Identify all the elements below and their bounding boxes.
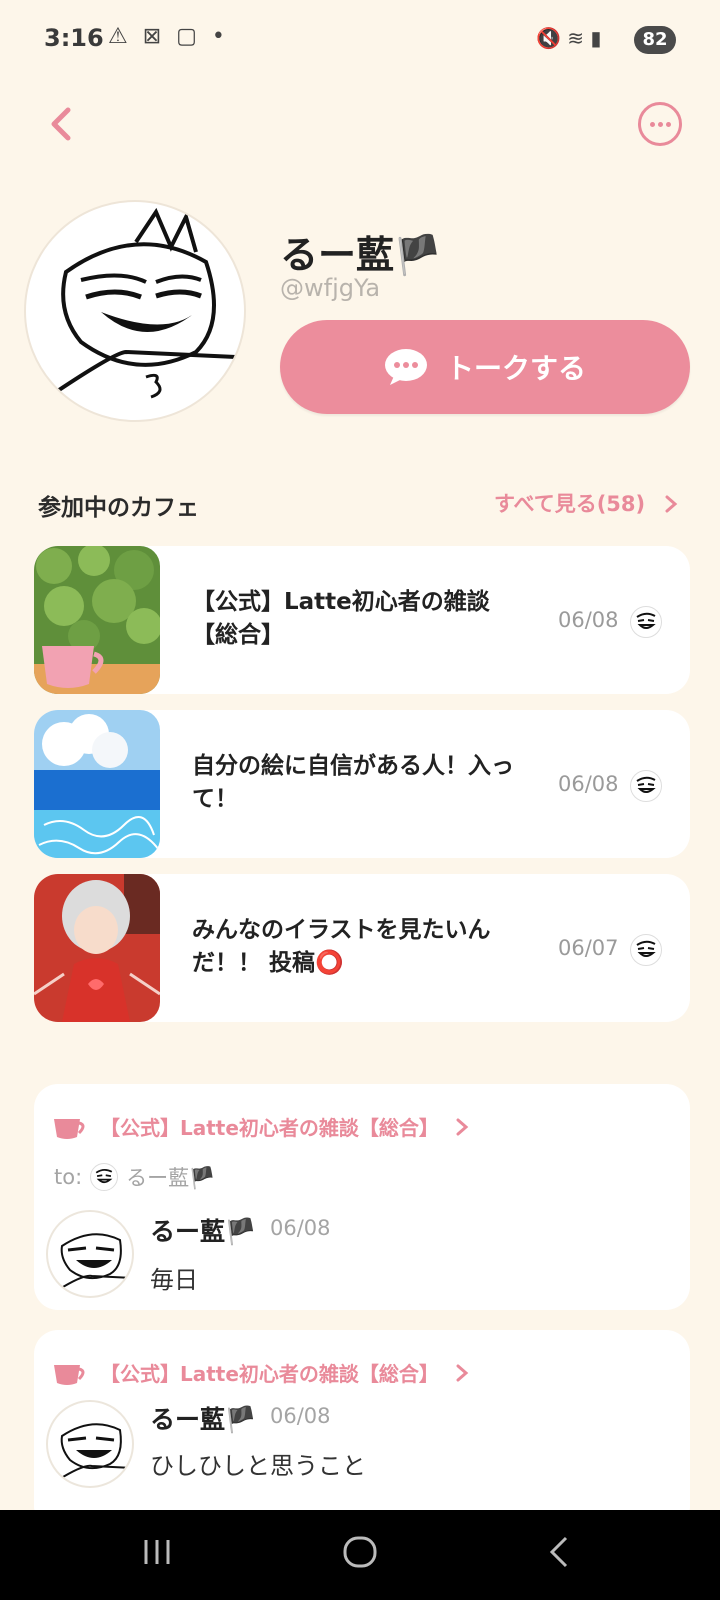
recent-apps-icon — [144, 1540, 170, 1564]
chat-bubble-icon — [384, 349, 427, 385]
recipient-avatar — [90, 1163, 119, 1191]
profile-handle: @wfjgYa — [280, 274, 381, 302]
cafe-name: みんなのイラストを見たいんだ！！ 投稿⭕ — [192, 917, 491, 976]
cafe-card[interactable]: みんなのイラストを見たいんだ！！ 投稿⭕ 06/07 — [34, 874, 690, 1022]
post-date: 06/08 — [270, 1404, 331, 1428]
connectivity-icons: 🔇 ≋ ▮ — [536, 26, 602, 50]
home-icon — [343, 1536, 377, 1568]
post-cafe-name: 【公式】Latte初心者の雑談【総合】 — [100, 1116, 439, 1140]
cafe-thumbnail-anime-girl — [34, 874, 160, 1022]
cup-icon — [54, 1118, 85, 1139]
more-options-button[interactable] — [638, 102, 682, 146]
post-text: ひしひしと思うこと — [150, 1452, 366, 1480]
chevron-left-icon — [51, 107, 71, 141]
see-all-link[interactable]: すべて見る(58) — [494, 488, 678, 518]
profile-avatar[interactable] — [24, 200, 246, 422]
member-avatar — [630, 934, 662, 966]
home-button[interactable] — [340, 1532, 380, 1576]
post-cafe-link[interactable]: 【公式】Latte初心者の雑談【総合】 — [52, 1358, 469, 1387]
post-card[interactable]: 【公式】Latte初心者の雑談【総合】 to: るー藍🏴 るー藍🏴 06/08 … — [34, 1084, 690, 1310]
cup-icon — [54, 1364, 85, 1385]
doodle-face-avatar — [54, 207, 237, 399]
cafe-date: 06/08 — [558, 772, 619, 796]
status-time: 3:16 — [44, 24, 104, 52]
see-all-label: すべて見る(58) — [494, 492, 646, 516]
post-recipient: to: るー藍🏴 — [54, 1162, 215, 1192]
talk-button[interactable]: トークする — [280, 320, 690, 414]
post-text: 毎日 — [150, 1266, 198, 1294]
cafe-card[interactable]: 自分の絵に自信がある人！入って！ 06/08 — [34, 710, 690, 858]
to-label: to: — [54, 1165, 83, 1189]
post-cafe-link[interactable]: 【公式】Latte初心者の雑談【総合】 — [52, 1112, 469, 1141]
profile-username: るー藍🏴 — [280, 233, 442, 277]
system-back-button[interactable] — [544, 1532, 578, 1576]
member-avatar — [630, 606, 662, 638]
cafe-date: 06/08 — [558, 608, 619, 632]
cafe-name: 自分の絵に自信がある人！入って！ — [192, 753, 514, 812]
cafe-thumbnail-coffee — [34, 546, 160, 694]
talk-button-label: トークする — [445, 352, 586, 385]
member-avatar — [630, 770, 662, 802]
recent-apps-button[interactable] — [140, 1532, 174, 1576]
post-card[interactable]: 【公式】Latte初心者の雑談【総合】 るー藍🏴 06/08 ひしひしと思うこと — [34, 1330, 690, 1530]
cafe-card[interactable]: 【公式】Latte初心者の雑談【総合】 06/08 — [34, 546, 690, 694]
post-date: 06/08 — [270, 1216, 331, 1240]
recipient-name: るー藍🏴 — [126, 1166, 216, 1190]
cafe-name: 【公式】Latte初心者の雑談【総合】 — [192, 589, 490, 648]
joined-cafes-title: 参加中のカフェ — [38, 495, 199, 521]
system-nav-bar — [0, 1510, 720, 1600]
status-bar: 3:16 ⚠ ⊠ ▢ • 🔇 ≋ ▮ 82 — [0, 0, 720, 84]
chevron-right-icon — [456, 1364, 469, 1381]
more-dots-icon — [650, 122, 655, 127]
back-arrow-icon — [549, 1536, 568, 1568]
chevron-right-icon — [456, 1118, 469, 1135]
post-author-avatar[interactable] — [46, 1400, 134, 1488]
battery-indicator: 82 — [634, 26, 676, 54]
notification-icons: ⚠ ⊠ ▢ • — [108, 24, 229, 49]
post-cafe-name: 【公式】Latte初心者の雑談【総合】 — [100, 1362, 439, 1386]
cafe-thumbnail-ocean — [34, 710, 160, 858]
chevron-right-icon — [665, 495, 678, 513]
cafe-date: 06/07 — [558, 936, 619, 960]
post-author-name: るー藍🏴 — [150, 1217, 257, 1246]
post-author-avatar[interactable] — [46, 1210, 134, 1298]
back-button[interactable] — [44, 100, 84, 148]
post-author-name: るー藍🏴 — [150, 1405, 257, 1434]
